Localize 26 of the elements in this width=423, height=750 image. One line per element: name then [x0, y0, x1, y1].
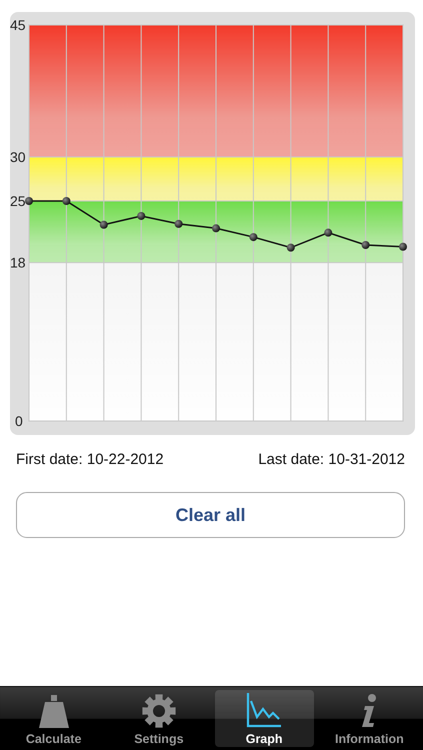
axis-label: 25	[10, 193, 26, 209]
data-point	[25, 197, 33, 205]
weight-icon	[36, 693, 71, 729]
last-date: Last date: 10-31-2012	[258, 451, 405, 468]
data-point	[137, 212, 146, 220]
graph-icon	[245, 691, 284, 729]
data-point	[362, 241, 370, 249]
axis-label: 45	[10, 17, 26, 33]
data-point	[62, 197, 70, 205]
axis-label: 0	[15, 413, 23, 429]
data-point	[174, 220, 183, 228]
data-point	[399, 242, 407, 251]
data-point	[212, 224, 220, 232]
data-point	[286, 244, 295, 252]
tab[interactable]: Information	[320, 690, 419, 747]
data-point	[324, 228, 332, 237]
data-point	[249, 233, 258, 242]
tab[interactable]: Settings	[109, 690, 208, 747]
first-date: First date: 10-22-2012	[16, 451, 164, 468]
tab[interactable]: Graph	[214, 690, 314, 747]
clear-all-button[interactable]: Clear all	[16, 492, 405, 538]
data-point	[100, 220, 108, 229]
axis-label: 30	[10, 149, 26, 165]
tab[interactable]: Calculate	[4, 690, 104, 747]
gear-icon	[140, 693, 177, 729]
axis-label: 18	[10, 254, 26, 271]
